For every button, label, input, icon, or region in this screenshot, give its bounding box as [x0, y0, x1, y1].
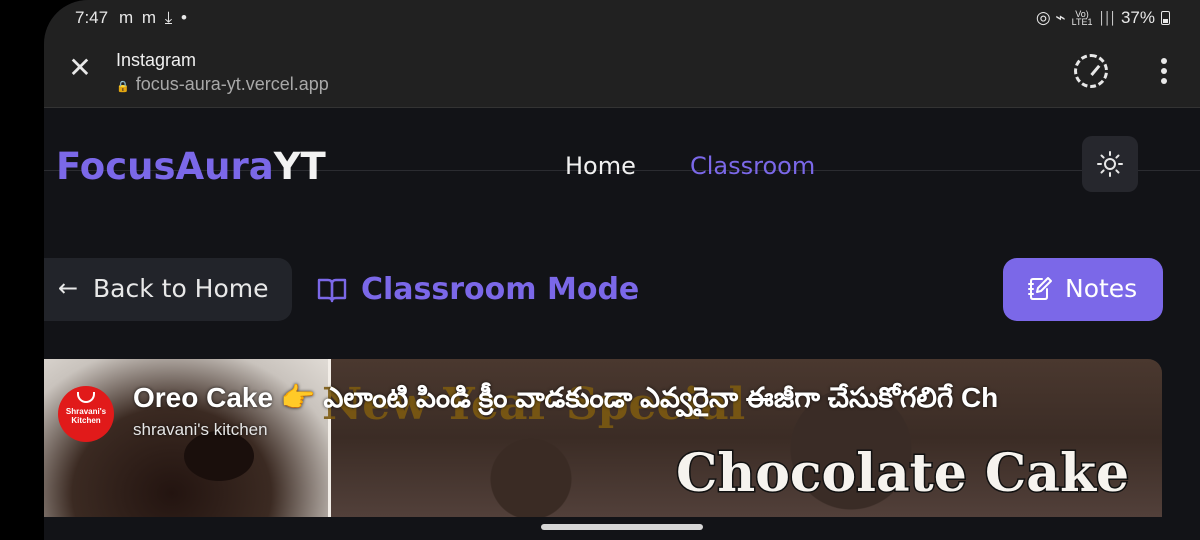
signal-icon: │││: [1098, 11, 1116, 25]
thumbnail-text-main: Chocolate Cake: [674, 442, 1130, 506]
video-player[interactable]: New Year Special Chocolate Cake Shravani…: [44, 359, 1162, 517]
classroom-mode-heading: Classroom Mode: [317, 272, 639, 307]
site-header: FocusAuraYT Home Classroom: [44, 108, 1200, 220]
nav-classroom-link[interactable]: Classroom: [690, 152, 815, 180]
more-options-icon[interactable]: [1154, 58, 1174, 86]
timer-icon[interactable]: [1074, 54, 1108, 88]
video-channel[interactable]: shravani's kitchen: [133, 420, 268, 440]
classroom-mode-label: Classroom Mode: [361, 272, 640, 307]
status-right-group: ◎ ⌁ Vo) LTE1 │││ 37%: [1036, 8, 1170, 28]
hotspot-wifi-icon: ◎ ⌁: [1035, 8, 1066, 27]
book-open-icon: [317, 278, 347, 302]
close-icon[interactable]: ✕: [66, 54, 94, 82]
back-to-home-label: Back to Home: [93, 274, 269, 303]
back-to-home-button[interactable]: ← Back to Home: [44, 258, 292, 321]
notes-button[interactable]: Notes: [1003, 258, 1163, 321]
theme-toggle-button[interactable]: [1082, 136, 1138, 192]
site-logo[interactable]: FocusAuraYT: [56, 145, 326, 188]
notes-label: Notes: [1065, 274, 1138, 303]
battery-icon: [1161, 11, 1170, 25]
status-time: 7:47: [75, 8, 109, 27]
custom-tab-bar: ✕ Instagram 🔒 focus-aura-yt.vercel.app: [44, 36, 1200, 108]
url-text: 🔒 focus-aura-yt.vercel.app: [116, 74, 329, 95]
logo-part-1: FocusAura: [56, 145, 274, 188]
notebook-pen-icon: [1028, 277, 1052, 300]
arrow-left-icon: ←: [58, 274, 79, 302]
nav-home-link[interactable]: Home: [565, 152, 636, 180]
volte-label: Vo) LTE1: [1071, 9, 1093, 27]
notification-icons: m m ⤓ •: [119, 8, 189, 27]
device-screen: 7:47 m m ⤓ • ◎ ⌁ Vo) LTE1 │││ 37% ✕ Inst…: [44, 0, 1200, 540]
lock-icon: 🔒: [116, 81, 130, 93]
channel-avatar[interactable]: Shravani's Kitchen: [58, 386, 114, 442]
url-value: focus-aura-yt.vercel.app: [135, 74, 329, 94]
sun-icon: [1097, 151, 1123, 177]
gesture-home-bar[interactable]: [541, 524, 703, 530]
video-title[interactable]: Oreo Cake 👉 ఎలాంటి పిండి క్రీం వాడకుండా …: [133, 381, 998, 421]
battery-percent: 37%: [1120, 8, 1155, 27]
bowl-icon: [77, 392, 95, 403]
channel-avatar-text: Shravani's Kitchen: [65, 407, 107, 425]
logo-part-2: YT: [273, 145, 326, 188]
status-bar: 7:47 m m ⤓ • ◎ ⌁ Vo) LTE1 │││ 37%: [44, 0, 1200, 36]
tab-title: Instagram: [116, 50, 197, 70]
